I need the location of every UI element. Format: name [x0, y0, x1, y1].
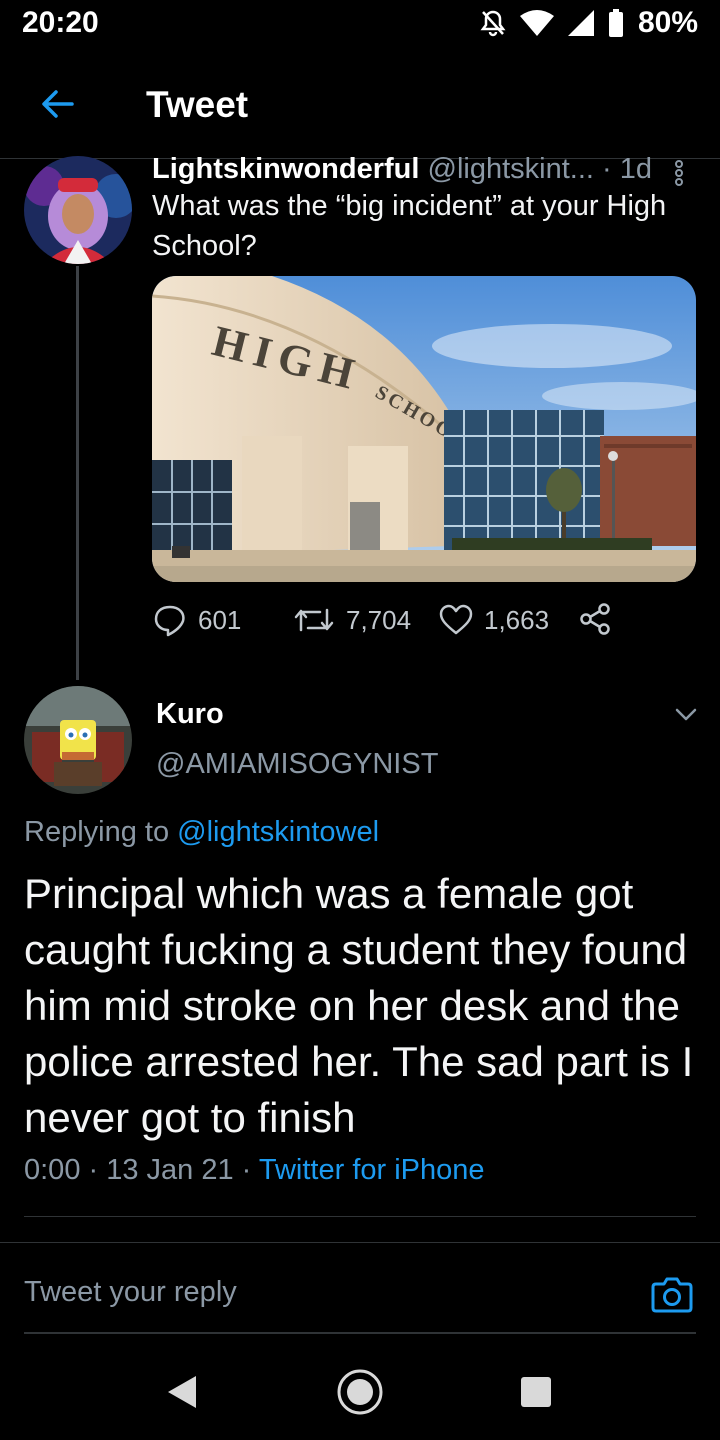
camera-icon[interactable] [650, 1272, 694, 1316]
composer-underline [24, 1332, 696, 1334]
battery-icon [608, 9, 623, 37]
like-count: 1,663 [484, 604, 550, 635]
reply-tweet-text: Principal which was a female got caught … [24, 870, 694, 1141]
wifi-icon [519, 10, 554, 36]
tweet-actions: 601 7,704 1,663 [152, 602, 712, 646]
quoted-author-handle: @lightskint... [427, 153, 594, 185]
nav-back-icon[interactable] [166, 1374, 198, 1410]
signal-icon [567, 10, 594, 36]
reply-count: 601 [198, 604, 242, 635]
reply-author-handle[interactable]: @AMIAMISOGYNIST [156, 748, 438, 781]
status-time: 20:20 [22, 6, 99, 39]
retweet-count: 7,704 [346, 604, 412, 635]
tweet-media-image[interactable]: HIGH SCHOOL [152, 276, 696, 582]
chevron-down-icon[interactable] [672, 700, 700, 728]
mute-icon [480, 10, 506, 37]
divider [24, 1216, 696, 1217]
share-icon [580, 603, 610, 635]
comment-icon [154, 605, 185, 637]
quoted-author[interactable]: Lightskinwonderful @lightskint... · 1d [152, 153, 652, 186]
reply-action[interactable]: 601 [152, 602, 241, 638]
page-title: Tweet [146, 84, 249, 125]
tweet-meta: 0:00 · 13 Jan 21 · Twitter for iPhone [24, 1154, 485, 1187]
quoted-author-name: Lightskinwonderful [152, 153, 420, 185]
share-action[interactable] [578, 602, 612, 636]
reply-author-name[interactable]: Kuro [156, 698, 224, 731]
tweet-source[interactable]: Twitter for iPhone [259, 1154, 485, 1186]
nav-home-icon[interactable] [336, 1368, 384, 1416]
nav-recents-icon[interactable] [520, 1376, 552, 1408]
like-action[interactable]: 1,663 [438, 602, 549, 638]
replying-to-label: Replying to [24, 816, 178, 848]
heart-icon [439, 604, 473, 635]
replying-to: Replying to @lightskintowel [24, 816, 379, 849]
quoted-tweet-text: What was the “big incident” at your High… [152, 190, 667, 262]
avatar[interactable] [24, 686, 132, 794]
replying-to-handle[interactable]: @lightskintowel [177, 816, 379, 848]
retweet-icon [294, 608, 334, 632]
retweet-action[interactable]: 7,704 [292, 602, 411, 638]
tweet-timestamp: 0:00 · 13 Jan 21 · [24, 1154, 259, 1186]
divider [0, 1242, 720, 1243]
avatar[interactable] [24, 156, 132, 264]
back-arrow-icon[interactable] [38, 84, 78, 124]
battery-percent: 80% [637, 6, 698, 39]
thread-line [76, 266, 79, 680]
status-icons: 80% [480, 6, 698, 40]
reply-input[interactable]: Tweet your reply [24, 1276, 237, 1309]
more-options-icon[interactable] [672, 160, 686, 186]
quoted-tweet-age: · 1d [602, 153, 652, 185]
